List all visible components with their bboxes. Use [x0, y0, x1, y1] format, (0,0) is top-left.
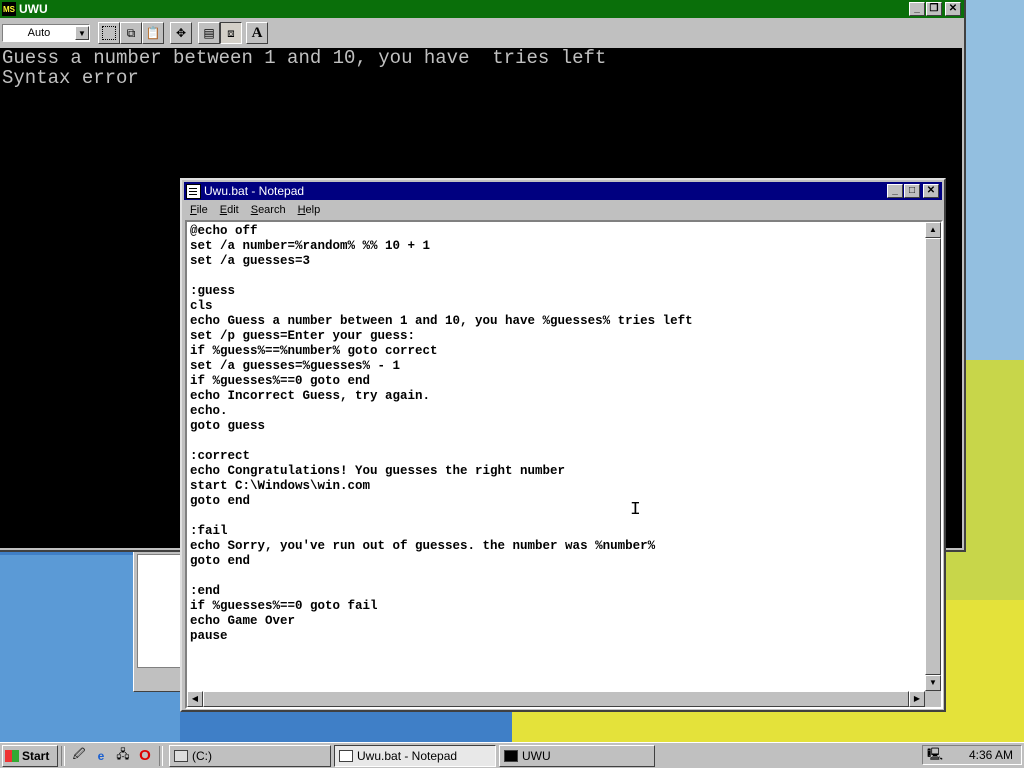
- code-line: echo Incorrect Guess, try again.: [190, 389, 431, 403]
- notepad-window[interactable]: Uwu.bat - Notepad _ □ ✕ File Edit Search…: [180, 178, 946, 712]
- notepad-minimize-button[interactable]: _: [887, 184, 903, 198]
- code-line: echo Guess a number between 1 and 10, yo…: [190, 314, 693, 328]
- mark-button[interactable]: [98, 22, 120, 44]
- drive-icon: [174, 749, 188, 762]
- task-uwu[interactable]: UWU: [499, 744, 655, 767]
- copy-button[interactable]: ⧉: [120, 22, 142, 44]
- code-line: set /p guess=Enter your guess:: [190, 329, 416, 343]
- text-cursor-icon: Ι: [630, 500, 641, 520]
- code-line: start C:\Windows\win.com: [190, 479, 371, 493]
- mark-icon: [102, 26, 116, 40]
- show-desktop-icon[interactable]: 🖉: [70, 747, 88, 765]
- font-size-select[interactable]: Auto ▼: [2, 24, 90, 42]
- dos-window-title: UWU: [19, 2, 48, 16]
- notepad-icon: [339, 749, 353, 762]
- horizontal-scroll-thumb[interactable]: [203, 691, 909, 707]
- internet-explorer-icon[interactable]: e: [92, 747, 110, 765]
- file-contents[interactable]: @echo off set /a number=%random% %% 10 + …: [190, 224, 693, 644]
- background-icon: ⧈: [227, 25, 235, 40]
- msdos-icon: [504, 749, 518, 762]
- dos-title-bar[interactable]: MS UWU _ ❐ ✕: [0, 0, 964, 18]
- menu-file[interactable]: File: [184, 204, 214, 216]
- code-line: set /a guesses=3: [190, 254, 311, 268]
- properties-icon: ▤: [203, 26, 215, 40]
- font-icon: A: [251, 24, 263, 41]
- scroll-left-button[interactable]: ◀: [187, 691, 203, 707]
- code-line: set /a number=%random% %% 10 + 1: [190, 239, 431, 253]
- scroll-up-button[interactable]: ▲: [925, 222, 941, 238]
- msdos-icon[interactable]: MS: [2, 2, 16, 16]
- code-line: set /a guesses=%guesses% - 1: [190, 359, 401, 373]
- taskbar: Start 🖉 e 🖧 O (C:) Uwu.bat - Notepad UWU…: [0, 742, 1024, 768]
- full-screen-icon: ✥: [175, 26, 187, 40]
- notepad-maximize-button[interactable]: □: [904, 184, 920, 198]
- notepad-title-bar[interactable]: Uwu.bat - Notepad _ □ ✕: [184, 182, 942, 200]
- console-line: Guess a number between 1 and 10, you hav…: [2, 47, 607, 69]
- dos-toolbar: Auto ▼ ⧉ 📋 ✥ ▤ ⧈ A: [0, 19, 964, 47]
- clock[interactable]: 4:36 AM: [969, 748, 1013, 762]
- horizontal-scrollbar[interactable]: ◀ ▶: [187, 691, 925, 707]
- notepad-window-title: Uwu.bat - Notepad: [204, 184, 305, 198]
- code-line: :correct: [190, 449, 251, 463]
- scheduler-icon[interactable]: 🖳: [927, 745, 943, 766]
- full-screen-button[interactable]: ✥: [170, 22, 192, 44]
- code-line: if %guess%==%number% goto correct: [190, 344, 438, 358]
- copy-icon: ⧉: [126, 25, 136, 40]
- console-line: Syntax error: [2, 67, 139, 89]
- code-line: echo Congratulations! You guesses the ri…: [190, 464, 566, 478]
- code-line: :guess: [190, 284, 236, 298]
- code-line: :end: [190, 584, 221, 598]
- size-grip[interactable]: [925, 691, 941, 707]
- background-button[interactable]: ⧈: [220, 22, 242, 44]
- code-line: goto end: [190, 494, 251, 508]
- code-line: if %guesses%==0 goto end: [190, 374, 371, 388]
- task-drive-c[interactable]: (C:): [169, 744, 331, 767]
- channels-icon[interactable]: 🖧: [114, 747, 132, 765]
- system-tray: 🖳 4:36 AM: [922, 745, 1022, 765]
- dos-minimize-button[interactable]: _: [909, 2, 925, 16]
- code-line: pause: [190, 629, 228, 643]
- code-line: echo Sorry, you've run out of guesses. t…: [190, 539, 656, 553]
- windows-logo-icon: [5, 749, 19, 762]
- vertical-scroll-thumb[interactable]: [925, 238, 941, 675]
- code-line: echo Game Over: [190, 614, 296, 628]
- scroll-down-button[interactable]: ▼: [925, 675, 941, 691]
- code-line: cls: [190, 299, 213, 313]
- opera-icon[interactable]: O: [136, 747, 154, 765]
- menu-search[interactable]: Search: [245, 204, 292, 216]
- code-line: echo.: [190, 404, 228, 418]
- menu-bar: File Edit Search Help: [184, 201, 326, 219]
- start-button[interactable]: Start: [2, 744, 58, 767]
- notepad-icon[interactable]: [186, 183, 201, 199]
- dos-restore-button[interactable]: ❐: [926, 2, 942, 16]
- text-editor[interactable]: @echo off set /a number=%random% %% 10 + …: [185, 220, 943, 709]
- paste-button[interactable]: 📋: [142, 22, 164, 44]
- menu-edit[interactable]: Edit: [214, 204, 245, 216]
- code-line: @echo off: [190, 224, 258, 238]
- properties-button[interactable]: ▤: [198, 22, 220, 44]
- scroll-right-button[interactable]: ▶: [909, 691, 925, 707]
- code-line: goto guess: [190, 419, 266, 433]
- paste-icon: 📋: [145, 26, 161, 40]
- code-line: :fail: [190, 524, 228, 538]
- vertical-scrollbar[interactable]: ▲ ▼: [925, 222, 941, 691]
- menu-help[interactable]: Help: [292, 204, 327, 216]
- dos-close-button[interactable]: ✕: [945, 2, 961, 16]
- task-notepad[interactable]: Uwu.bat - Notepad: [334, 744, 496, 767]
- code-line: goto end: [190, 554, 251, 568]
- font-button[interactable]: A: [246, 22, 268, 44]
- notepad-close-button[interactable]: ✕: [923, 184, 939, 198]
- code-line: if %guesses%==0 goto fail: [190, 599, 378, 613]
- chevron-down-icon[interactable]: ▼: [75, 26, 89, 40]
